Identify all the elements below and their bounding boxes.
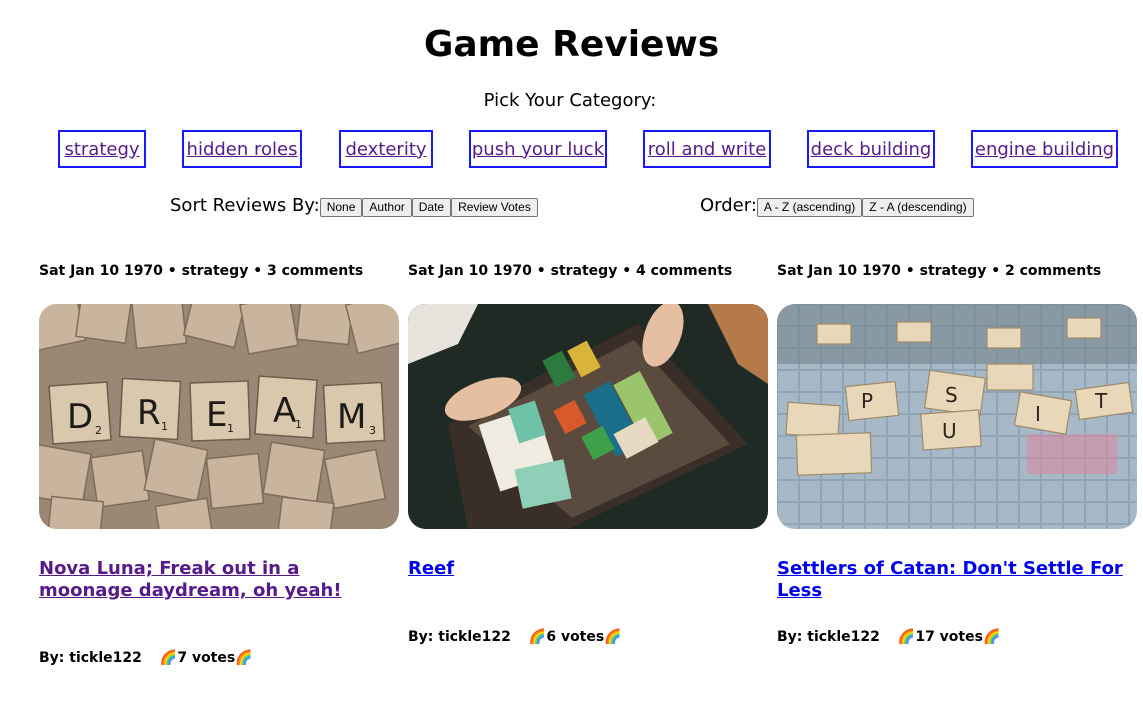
review-image[interactable]: D R E A M 2 1 1 1 3 (39, 304, 399, 529)
category-push-your-luck[interactable]: push your luck (469, 130, 607, 168)
sort-none-button[interactable]: None (319, 198, 363, 217)
review-meta: Sat Jan 10 1970 • strategy • 2 comments (777, 263, 1102, 279)
category-engine-building[interactable]: engine building (971, 130, 1118, 168)
svg-text:D: D (67, 397, 93, 437)
review-title: Nova Luna; Freak out in a moonage daydre… (39, 558, 399, 602)
svg-text:P: P (861, 389, 873, 413)
review-votes: 🌈7 votes🌈 (159, 650, 253, 666)
sort-date-button[interactable]: Date (411, 198, 452, 217)
review-title-link[interactable]: Settlers of Catan: Don't Settle For Less (777, 558, 1123, 601)
category-link-push-your-luck[interactable]: push your luck (472, 139, 604, 160)
review-votes: 🌈17 votes🌈 (897, 629, 1001, 645)
svg-text:2: 2 (95, 424, 102, 437)
category-link-engine-building[interactable]: engine building (975, 139, 1114, 160)
page-title: Game Reviews (423, 24, 720, 65)
category-strategy[interactable]: strategy (58, 130, 146, 168)
svg-text:1: 1 (161, 420, 168, 433)
order-ascending-button[interactable]: A - Z (ascending) (756, 198, 863, 217)
review-image[interactable] (408, 304, 768, 529)
sort-label: Sort Reviews By: (170, 194, 320, 216)
review-byline: By: tickle122 🌈6 votes🌈 (408, 628, 622, 646)
review-title: Reef (408, 558, 768, 580)
category-prompt: Pick Your Category: (483, 90, 657, 111)
review-title-link[interactable]: Nova Luna; Freak out in a moonage daydre… (39, 558, 342, 601)
order-descending-button[interactable]: Z - A (descending) (862, 198, 974, 217)
order-controls: Order: A - Z (ascending) Z - A (descendi… (700, 194, 974, 217)
category-link-dexterity[interactable]: dexterity (345, 139, 426, 160)
svg-text:R: R (137, 393, 161, 433)
review-title-link[interactable]: Reef (408, 558, 454, 579)
svg-text:M: M (337, 397, 366, 437)
category-link-deck-building[interactable]: deck building (811, 139, 932, 160)
review-byline: By: tickle122 🌈17 votes🌈 (777, 628, 1000, 646)
sort-author-button[interactable]: Author (362, 198, 412, 217)
svg-text:3: 3 (369, 424, 376, 437)
review-author: By: tickle122 (39, 650, 142, 666)
category-roll-and-write[interactable]: roll and write (643, 130, 771, 168)
review-meta: Sat Jan 10 1970 • strategy • 3 comments (39, 263, 364, 279)
review-author: By: tickle122 (777, 629, 880, 645)
category-hidden-roles[interactable]: hidden roles (182, 130, 302, 168)
order-label: Order: (700, 194, 757, 216)
review-image[interactable]: P S U I T (777, 304, 1137, 529)
review-byline: By: tickle122 🌈7 votes🌈 (39, 649, 253, 667)
review-author: By: tickle122 (408, 629, 511, 645)
sort-review-votes-button[interactable]: Review Votes (451, 198, 538, 217)
svg-text:I: I (1035, 402, 1041, 426)
category-dexterity[interactable]: dexterity (339, 130, 433, 168)
sort-controls: Sort Reviews By: None Author Date Review… (170, 194, 538, 217)
review-title: Settlers of Catan: Don't Settle For Less (777, 558, 1137, 602)
review-meta: Sat Jan 10 1970 • strategy • 4 comments (408, 263, 733, 279)
review-votes: 🌈6 votes🌈 (528, 629, 622, 645)
category-link-hidden-roles[interactable]: hidden roles (187, 139, 298, 160)
category-deck-building[interactable]: deck building (807, 130, 935, 168)
svg-text:A: A (273, 391, 296, 431)
svg-text:1: 1 (227, 422, 234, 435)
svg-text:S: S (945, 383, 958, 407)
svg-text:E: E (206, 395, 227, 435)
svg-text:1: 1 (295, 418, 302, 431)
category-link-roll-and-write[interactable]: roll and write (648, 139, 767, 160)
svg-text:U: U (942, 419, 957, 443)
category-link-strategy[interactable]: strategy (64, 139, 139, 160)
svg-text:T: T (1094, 389, 1108, 413)
